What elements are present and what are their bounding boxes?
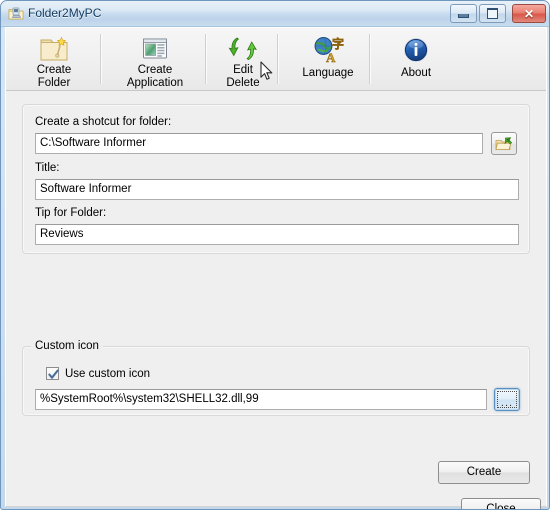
toolbar-separator (277, 34, 279, 84)
folder-path-label: Create a shotcut for folder: (35, 116, 172, 128)
title-input[interactable]: Software Informer (35, 179, 519, 200)
use-custom-icon-label: Use custom icon (65, 367, 151, 380)
language-icon: A 字 (292, 35, 364, 65)
edit-delete-icon (214, 35, 272, 65)
create-application-icon (110, 35, 200, 65)
toolbar: Create Folder Create Application Edit De… (6, 28, 546, 91)
custom-icon-path-input[interactable]: %SystemRoot%\system32\SHELL32.dll,99 (35, 389, 487, 410)
maximize-icon (480, 5, 505, 22)
toolbar-separator (100, 34, 102, 84)
client-area: Create Folder Create Application Edit De… (5, 27, 547, 509)
toolbar-label-create-application: Create Application (126, 64, 184, 89)
toolbar-separator (369, 34, 371, 84)
toolbar-label-about: About (400, 67, 432, 79)
shortcut-settings-group: Create a shotcut for folder: C:\Software… (22, 104, 530, 254)
checkbox-box (46, 367, 59, 380)
title-bar[interactable]: Folder2MyPC ✕ (1, 1, 549, 27)
toolbar-button-create-application[interactable]: Create Application (109, 30, 201, 89)
toolbar-button-create-folder[interactable]: Create Folder (16, 30, 92, 89)
title-label: Title: (35, 162, 60, 174)
browse-custom-icon-button[interactable]: ... (494, 388, 520, 411)
tip-label: Tip for Folder: (35, 207, 107, 219)
application-window: Folder2MyPC ✕ Create Folder Create Appli… (0, 0, 550, 510)
toolbar-label-edit-delete: Edit Delete (226, 64, 260, 89)
create-folder-icon (17, 35, 91, 65)
close-window-button[interactable]: ✕ (512, 4, 546, 23)
toolbar-label-create-folder: Create Folder (36, 64, 72, 89)
maximize-button[interactable] (479, 4, 506, 23)
custom-icon-group-caption: Custom icon (31, 340, 103, 352)
folder-pc-icon[interactable] (8, 6, 24, 22)
close-icon: ✕ (523, 6, 535, 21)
toolbar-label-language: Language (302, 67, 354, 79)
open-folder-icon (492, 133, 516, 154)
svg-text:A: A (326, 50, 336, 65)
minimize-icon (451, 5, 476, 22)
toolbar-button-edit-delete[interactable]: Edit Delete (213, 30, 273, 89)
use-custom-icon-checkbox[interactable]: Use custom icon (46, 367, 150, 380)
window-title: Folder2MyPC (28, 6, 102, 20)
toolbar-separator (205, 34, 207, 84)
toolbar-button-language[interactable]: A 字 Language (291, 30, 365, 88)
checkmark-icon (48, 369, 59, 379)
tip-input[interactable]: Reviews (35, 224, 519, 245)
focus-indicator (497, 391, 517, 408)
toolbar-button-about[interactable]: About (386, 30, 446, 88)
close-button[interactable]: Close (461, 498, 541, 509)
create-button[interactable]: Create (438, 461, 530, 484)
minimize-button[interactable] (450, 4, 477, 23)
svg-text:字: 字 (332, 36, 344, 51)
about-icon (387, 35, 445, 65)
custom-icon-group: Custom icon Use custom icon %SystemRoot%… (22, 340, 530, 416)
browse-folder-button[interactable] (491, 132, 517, 155)
folder-path-input[interactable]: C:\Software Informer (35, 133, 483, 154)
